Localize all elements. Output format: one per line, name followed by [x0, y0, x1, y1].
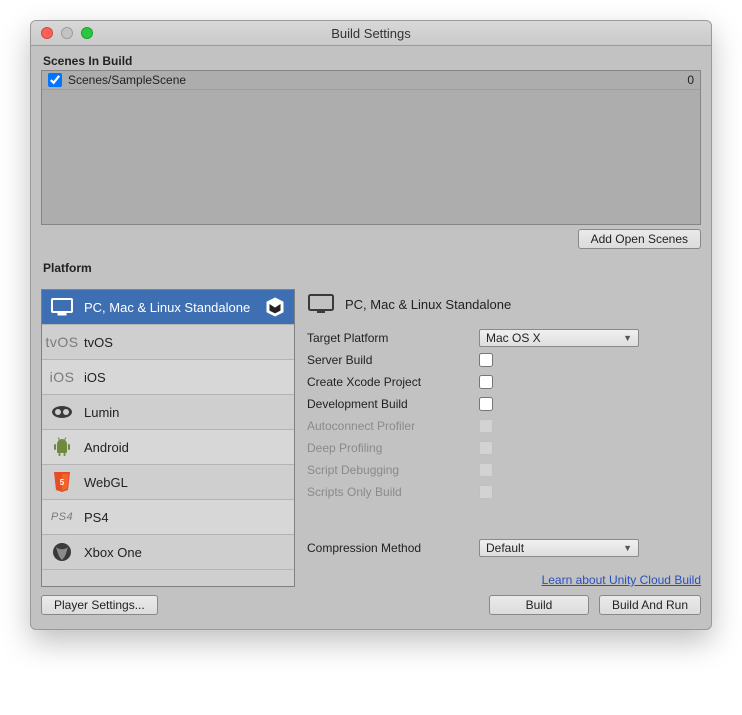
tvos-icon: tvOS: [50, 334, 74, 350]
svg-text:5: 5: [60, 478, 65, 487]
setting-label: Target Platform: [307, 331, 479, 345]
scripts-only-build-checkbox: [479, 485, 493, 499]
android-icon: [50, 437, 74, 457]
platform-item-ios[interactable]: iOS iOS: [42, 360, 294, 395]
platform-item-webgl[interactable]: 5 WebGL: [42, 465, 294, 500]
unity-icon: [264, 296, 286, 318]
minimize-icon: [61, 27, 73, 39]
cloud-build-link[interactable]: Learn about Unity Cloud Build: [542, 573, 701, 587]
target-platform-dropdown[interactable]: Mac OS X ▼: [479, 329, 639, 347]
platform-header: Platform: [43, 261, 701, 275]
setting-create-xcode: Create Xcode Project: [307, 373, 701, 391]
setting-scripts-only-build: Scripts Only Build: [307, 483, 701, 501]
scenes-header: Scenes In Build: [43, 54, 701, 68]
setting-script-debugging: Script Debugging: [307, 461, 701, 479]
window-body: Scenes In Build Scenes/SampleScene 0 Add…: [31, 46, 711, 629]
scene-index: 0: [687, 73, 694, 87]
setting-compression-method: Compression Method Default ▼: [307, 539, 701, 557]
ps4-icon: PS4: [50, 511, 74, 523]
scene-checkbox[interactable]: [48, 73, 62, 87]
platform-item-label: PS4: [84, 510, 109, 525]
monitor-icon: [50, 298, 74, 316]
platform-item-label: Android: [84, 440, 129, 455]
setting-development-build: Development Build: [307, 395, 701, 413]
platform-item-label: tvOS: [84, 335, 113, 350]
platform-detail: PC, Mac & Linux Standalone Target Platfo…: [307, 289, 701, 587]
dropdown-value: Mac OS X: [486, 331, 623, 345]
platform-item-label: WebGL: [84, 475, 128, 490]
scene-name: Scenes/SampleScene: [68, 73, 687, 87]
script-debugging-checkbox: [479, 463, 493, 477]
platform-item-label: PC, Mac & Linux Standalone: [84, 300, 250, 315]
build-button[interactable]: Build: [489, 595, 589, 615]
setting-label: Autoconnect Profiler: [307, 419, 479, 433]
setting-label: Scripts Only Build: [307, 485, 479, 499]
autoconnect-profiler-checkbox: [479, 419, 493, 433]
development-build-checkbox[interactable]: [479, 397, 493, 411]
setting-label: Compression Method: [307, 541, 479, 555]
setting-server-build: Server Build: [307, 351, 701, 369]
platform-item-label: Lumin: [84, 405, 119, 420]
platform-item-standalone[interactable]: PC, Mac & Linux Standalone: [42, 290, 294, 325]
lumin-icon: [50, 404, 74, 420]
server-build-checkbox[interactable]: [479, 353, 493, 367]
platform-list: PC, Mac & Linux Standalone tvOS tvOS iO: [41, 289, 295, 587]
ios-icon: iOS: [50, 369, 74, 385]
scenes-list[interactable]: Scenes/SampleScene 0: [41, 70, 701, 225]
platform-item-label: Xbox One: [84, 545, 142, 560]
chevron-down-icon: ▼: [623, 333, 632, 343]
zoom-icon[interactable]: [81, 27, 93, 39]
window-title: Build Settings: [31, 26, 711, 41]
platform-item-lumin[interactable]: Lumin: [42, 395, 294, 430]
platform-item-label: iOS: [84, 370, 106, 385]
footer-bar: Player Settings... Build Build And Run: [41, 595, 701, 615]
deep-profiling-checkbox: [479, 441, 493, 455]
build-and-run-button[interactable]: Build And Run: [599, 595, 701, 615]
setting-target-platform: Target Platform Mac OS X ▼: [307, 329, 701, 347]
detail-title: PC, Mac & Linux Standalone: [345, 297, 511, 312]
webgl-icon: 5: [50, 471, 74, 493]
create-xcode-checkbox[interactable]: [479, 375, 493, 389]
player-settings-button[interactable]: Player Settings...: [41, 595, 158, 615]
setting-label: Development Build: [307, 397, 479, 411]
window-controls: [31, 27, 93, 39]
platform-item-xboxone[interactable]: Xbox One: [42, 535, 294, 570]
setting-label: Deep Profiling: [307, 441, 479, 455]
setting-autoconnect-profiler: Autoconnect Profiler: [307, 417, 701, 435]
chevron-down-icon: ▼: [623, 543, 632, 553]
scene-row[interactable]: Scenes/SampleScene 0: [42, 71, 700, 90]
add-open-scenes-button[interactable]: Add Open Scenes: [578, 229, 701, 249]
setting-label: Create Xcode Project: [307, 375, 479, 389]
settings-grid: Target Platform Mac OS X ▼ Server Build: [307, 329, 701, 557]
monitor-icon: [307, 293, 335, 315]
detail-header: PC, Mac & Linux Standalone: [307, 293, 701, 315]
xbox-icon: [50, 542, 74, 562]
platform-area: PC, Mac & Linux Standalone tvOS tvOS iO: [41, 289, 701, 587]
dropdown-value: Default: [486, 541, 623, 555]
platform-item-tvos[interactable]: tvOS tvOS: [42, 325, 294, 360]
setting-label: Script Debugging: [307, 463, 479, 477]
platform-item-android[interactable]: Android: [42, 430, 294, 465]
close-icon[interactable]: [41, 27, 53, 39]
cloud-build-link-row: Learn about Unity Cloud Build: [307, 557, 701, 587]
setting-label: Server Build: [307, 353, 479, 367]
platform-item-ps4[interactable]: PS4 PS4: [42, 500, 294, 535]
compression-method-dropdown[interactable]: Default ▼: [479, 539, 639, 557]
platform-list-filler: [42, 570, 294, 586]
build-settings-window: Build Settings Scenes In Build Scenes/Sa…: [30, 20, 712, 630]
setting-deep-profiling: Deep Profiling: [307, 439, 701, 457]
titlebar: Build Settings: [31, 21, 711, 46]
